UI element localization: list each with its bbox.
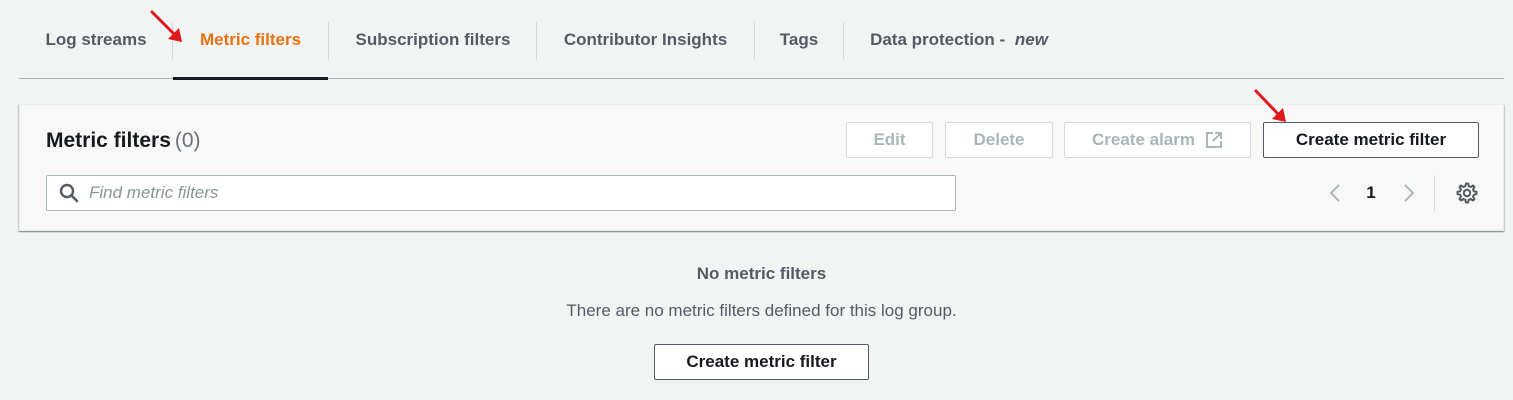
tab-tags[interactable]: Tags: [755, 0, 843, 79]
create-alarm-button[interactable]: Create alarm: [1064, 122, 1251, 158]
search-field[interactable]: [46, 175, 956, 211]
delete-button[interactable]: Delete: [945, 122, 1053, 158]
chevron-left-icon: [1329, 184, 1340, 202]
tab-label: Subscription filters: [355, 29, 511, 49]
pagination-divider: [1434, 175, 1435, 211]
tab-label: Contributor Insights: [563, 29, 728, 49]
tab-contributor-insights[interactable]: Contributor Insights: [537, 0, 754, 79]
tab-label: Tags: [779, 29, 819, 49]
search-icon: [59, 183, 79, 203]
gear-icon: [1456, 182, 1478, 204]
edit-button-label: Edit: [873, 130, 906, 149]
page-title: Metric filters (0): [46, 129, 201, 153]
tab-label: Metric filters: [199, 29, 302, 49]
metric-filters-container: Metric filters (0) Edit Delete Create ala…: [19, 104, 1504, 231]
tab-metric-filters[interactable]: Metric filters: [173, 0, 328, 80]
previous-page-button[interactable]: [1325, 181, 1345, 205]
create-metric-filter-label: Create metric filter: [1295, 130, 1447, 149]
panel-title-text: Metric filters: [46, 129, 171, 152]
empty-state-description: There are no metric filters defined for …: [566, 301, 957, 320]
new-badge: new: [1014, 29, 1048, 49]
delete-button-label: Delete: [973, 130, 1025, 149]
tab-subscription-filters[interactable]: Subscription filters: [329, 0, 537, 79]
panel-count: (0): [174, 129, 201, 152]
tab-data-protection[interactable]: Data protection - new: [844, 0, 1074, 79]
tab-bar: Log streams Metric filters Subscription …: [19, 0, 1504, 80]
page-number[interactable]: 1: [1361, 181, 1381, 205]
external-link-icon: [1206, 132, 1222, 148]
tab-label: Data protection -: [870, 29, 1010, 49]
create-alarm-label: Create alarm: [1091, 130, 1195, 149]
edit-button[interactable]: Edit: [846, 122, 933, 158]
search-input[interactable]: [89, 176, 939, 210]
create-metric-filter-button[interactable]: Create metric filter: [1263, 122, 1479, 158]
next-page-button[interactable]: [1399, 181, 1419, 205]
preferences-button[interactable]: [1454, 180, 1480, 206]
empty-create-metric-filter-label: Create metric filter: [686, 352, 837, 371]
tab-log-streams[interactable]: Log streams: [19, 0, 173, 79]
tab-label: Log streams: [45, 29, 147, 49]
empty-state-title: No metric filters: [696, 264, 827, 283]
chevron-right-icon: [1404, 184, 1415, 202]
empty-create-metric-filter-button[interactable]: Create metric filter: [654, 344, 869, 380]
